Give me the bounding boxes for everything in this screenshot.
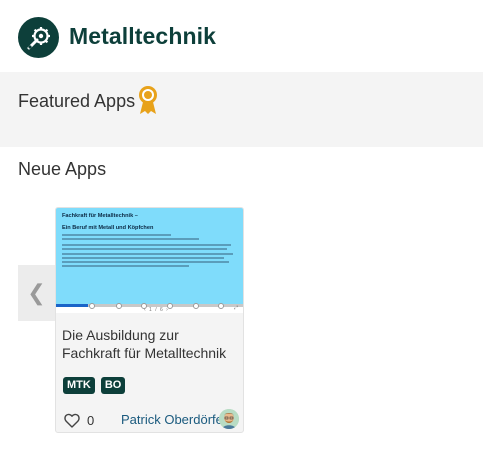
heart-icon[interactable] xyxy=(64,413,80,428)
author-link[interactable]: Patrick Oberdörfer xyxy=(121,412,227,427)
tag-mtk[interactable]: MTK xyxy=(63,377,95,394)
avatar-image xyxy=(219,409,239,429)
featured-apps-heading: Featured Apps xyxy=(18,91,136,111)
app-header: Metalltechnik xyxy=(0,0,483,72)
new-apps-heading: Neue Apps xyxy=(18,159,107,179)
featured-apps-section: Featured Apps xyxy=(0,72,483,147)
progress-dot[interactable] xyxy=(89,303,95,309)
progress-dot[interactable] xyxy=(193,303,199,309)
preview-body-text xyxy=(62,234,238,269)
avatar[interactable] xyxy=(219,409,239,429)
app-preview[interactable]: Fachkraft für Metalltechnik – Ein Beruf … xyxy=(56,208,243,304)
slide-navigation[interactable]: ‹ 1 / 6 › xyxy=(144,307,169,313)
app-title[interactable]: Die Ausbildung zur Fachkraft für Metallt… xyxy=(62,326,238,362)
app-card[interactable]: Fachkraft für Metalltechnik – Ein Beruf … xyxy=(55,207,244,433)
award-icon xyxy=(139,86,157,114)
chevron-left-icon: ❮ xyxy=(27,280,46,305)
fullscreen-icon[interactable]: ⤢ xyxy=(234,305,238,311)
tag-list: MTK BO xyxy=(63,377,126,394)
tag-bo[interactable]: BO xyxy=(100,377,126,394)
progress-dot[interactable] xyxy=(218,303,224,309)
carousel-prev-button[interactable]: ❮ xyxy=(18,265,55,321)
site-title[interactable]: Metalltechnik xyxy=(69,23,216,50)
progress-fill xyxy=(56,304,88,307)
preview-heading: Fachkraft für Metalltechnik – xyxy=(62,213,138,219)
progress-dot[interactable] xyxy=(116,303,122,309)
preview-progress-bar[interactable]: ‹ 1 / 6 › ⤢ xyxy=(56,303,243,313)
gear-wrench-icon xyxy=(27,26,50,49)
preview-subheading: Ein Beruf mit Metall und Köpfchen xyxy=(62,225,154,231)
logo[interactable] xyxy=(18,17,59,58)
like-count: 0 xyxy=(87,413,95,428)
